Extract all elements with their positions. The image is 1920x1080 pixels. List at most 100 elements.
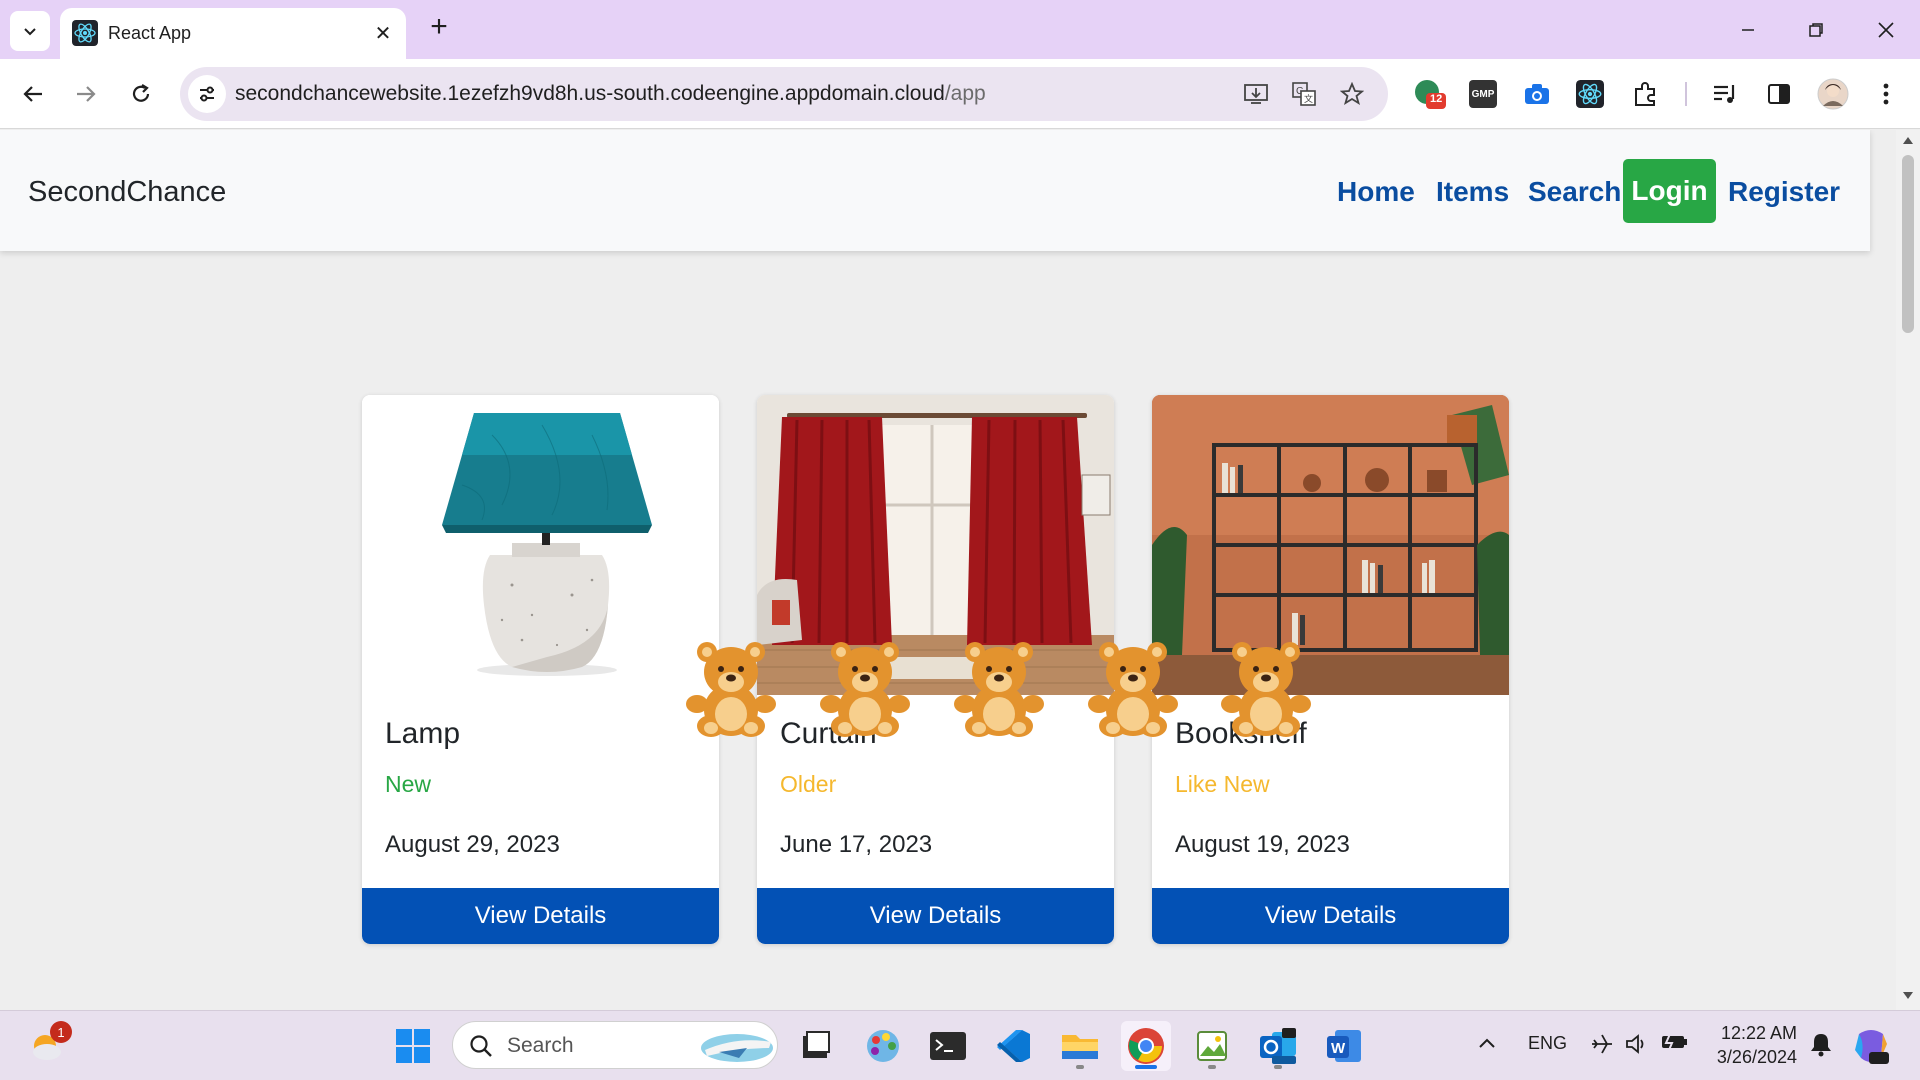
task-view-icon[interactable]: [790, 1021, 840, 1071]
vscode-app-icon[interactable]: [989, 1021, 1039, 1071]
view-details-button[interactable]: View Details: [1152, 888, 1509, 944]
curtain-image: [757, 395, 1114, 695]
more-menu-icon[interactable]: [1868, 76, 1904, 112]
running-indicator: [1076, 1065, 1084, 1069]
svg-text:文: 文: [1304, 93, 1313, 104]
item-card-curtain: Curtain Older June 17, 2023 View Details: [757, 395, 1114, 944]
browser-tab-bar: React App ✕ +: [0, 0, 1920, 59]
minimize-icon[interactable]: [1728, 10, 1768, 50]
teddy-bear-icon: [1221, 642, 1311, 737]
url-host: secondchancewebsite.1ezefzh9vd8h.us-sout…: [235, 82, 945, 105]
running-indicator: [1208, 1065, 1216, 1069]
taskbar-search-label: Search: [507, 1034, 574, 1057]
file-explorer-icon[interactable]: [1055, 1021, 1105, 1071]
notification-badge: 1: [50, 1021, 72, 1043]
volume-icon[interactable]: [1625, 1033, 1649, 1060]
extensions-puzzle-icon[interactable]: [1627, 76, 1663, 112]
extension-badge-icon[interactable]: 12: [1411, 76, 1447, 112]
gmp-extension-icon[interactable]: GMP: [1465, 76, 1501, 112]
nav-register-link[interactable]: Register: [1728, 176, 1840, 208]
camera-icon[interactable]: [1519, 76, 1555, 112]
bookmark-star-icon[interactable]: [1338, 80, 1366, 108]
taskbar-search-box[interactable]: Search: [452, 1021, 778, 1069]
install-app-icon[interactable]: [1242, 80, 1270, 108]
running-indicator: [1274, 1065, 1282, 1069]
scroll-thumb[interactable]: [1902, 155, 1914, 333]
bookshelf-image: [1152, 395, 1509, 695]
translate-icon[interactable]: G文: [1290, 80, 1318, 108]
view-details-button[interactable]: View Details: [362, 888, 719, 944]
scroll-up-arrow-icon[interactable]: [1903, 136, 1913, 144]
tab-title: React App: [108, 23, 192, 43]
chrome-app-icon[interactable]: [1121, 1021, 1171, 1071]
language-indicator[interactable]: ENG: [1528, 1033, 1567, 1054]
windows-start-icon[interactable]: [388, 1021, 438, 1071]
reload-icon[interactable]: [121, 74, 161, 114]
new-tab-button[interactable]: +: [424, 12, 454, 43]
chevron-down-icon: [24, 28, 36, 36]
weather-widget-icon[interactable]: 1: [22, 1021, 72, 1071]
forward-arrow-icon[interactable]: [66, 74, 106, 114]
toolbar-divider: [1685, 82, 1687, 106]
item-name: Lamp: [385, 717, 461, 750]
side-panel-icon[interactable]: [1761, 76, 1797, 112]
login-button[interactable]: Login: [1623, 159, 1716, 223]
outlook-app-icon[interactable]: [1253, 1021, 1303, 1071]
image-viewer-icon[interactable]: [1187, 1021, 1237, 1071]
notifications-bell-icon[interactable]: [1808, 1031, 1834, 1062]
scroll-down-arrow-icon[interactable]: [1903, 992, 1913, 1000]
system-clock[interactable]: 12:22 AM 3/26/2024: [1705, 1021, 1797, 1069]
show-hidden-icons-chevron-icon[interactable]: [1478, 1033, 1496, 1054]
paint-app-icon[interactable]: [858, 1021, 908, 1071]
lamp-image: [362, 395, 719, 695]
page-scrollbar[interactable]: [1896, 130, 1920, 1010]
svg-text:W: W: [1331, 1040, 1346, 1057]
nav-items-link[interactable]: Items: [1436, 176, 1509, 208]
clock-date: 3/26/2024: [1716, 1047, 1797, 1067]
teddy-bear-icon: [1088, 642, 1178, 737]
windows-taskbar: 1 Search W ENG 12:22 AM 3/26/2024: [0, 1010, 1920, 1080]
back-arrow-icon[interactable]: [13, 74, 53, 114]
close-window-icon[interactable]: [1866, 10, 1906, 50]
nav-search-link[interactable]: Search: [1528, 176, 1621, 208]
item-condition: New: [385, 771, 432, 797]
url-text[interactable]: secondchancewebsite.1ezefzh9vd8h.us-sout…: [235, 82, 986, 106]
search-icon: [470, 1035, 492, 1057]
nav-home-link[interactable]: Home: [1337, 176, 1415, 208]
gmp-label: GMP: [1469, 80, 1497, 108]
airplane-mode-icon[interactable]: [1590, 1033, 1614, 1060]
copilot-icon[interactable]: [1846, 1021, 1896, 1071]
item-card-lamp: Lamp New August 29, 2023 View Details: [362, 395, 719, 944]
item-date: August 19, 2023: [1175, 831, 1350, 858]
teddy-bear-icon: [820, 642, 910, 737]
airplane-highlight-icon: [701, 1034, 773, 1062]
page-viewport: SecondChance Home Items Search Login Reg…: [0, 130, 1896, 1010]
site-settings-icon[interactable]: [188, 75, 226, 113]
word-app-icon[interactable]: W: [1319, 1021, 1369, 1071]
browser-tab[interactable]: React App ✕: [60, 8, 406, 59]
tab-search-button[interactable]: [10, 11, 50, 51]
restore-icon[interactable]: [1796, 10, 1836, 50]
item-condition: Like New: [1175, 771, 1270, 797]
item-date: August 29, 2023: [385, 831, 560, 858]
battery-icon[interactable]: [1660, 1033, 1688, 1056]
item-card-bookshelf: Bookshelf Like New August 19, 2023 View …: [1152, 395, 1509, 944]
profile-avatar[interactable]: [1815, 76, 1851, 112]
item-date: June 17, 2023: [780, 831, 933, 858]
close-tab-icon[interactable]: ✕: [370, 20, 396, 46]
extension-badge-count: 12: [1430, 93, 1443, 105]
brand-logo-text[interactable]: SecondChance: [28, 176, 226, 209]
teddy-bear-icon: [954, 642, 1044, 737]
teddy-bear-icon: [686, 642, 776, 737]
site-navbar: SecondChance Home Items Search Login Reg…: [0, 130, 1870, 251]
url-path: /app: [944, 82, 986, 105]
view-details-button[interactable]: View Details: [757, 888, 1114, 944]
clock-time: 12:22 AM: [1720, 1023, 1797, 1043]
address-bar[interactable]: secondchancewebsite.1ezefzh9vd8h.us-sout…: [180, 67, 1388, 121]
media-controls-icon[interactable]: [1707, 76, 1743, 112]
active-indicator: [1135, 1065, 1157, 1069]
react-devtools-icon[interactable]: [1572, 76, 1608, 112]
terminal-app-icon[interactable]: [923, 1021, 973, 1071]
item-condition: Older: [780, 771, 837, 797]
browser-toolbar: secondchancewebsite.1ezefzh9vd8h.us-sout…: [0, 59, 1920, 129]
